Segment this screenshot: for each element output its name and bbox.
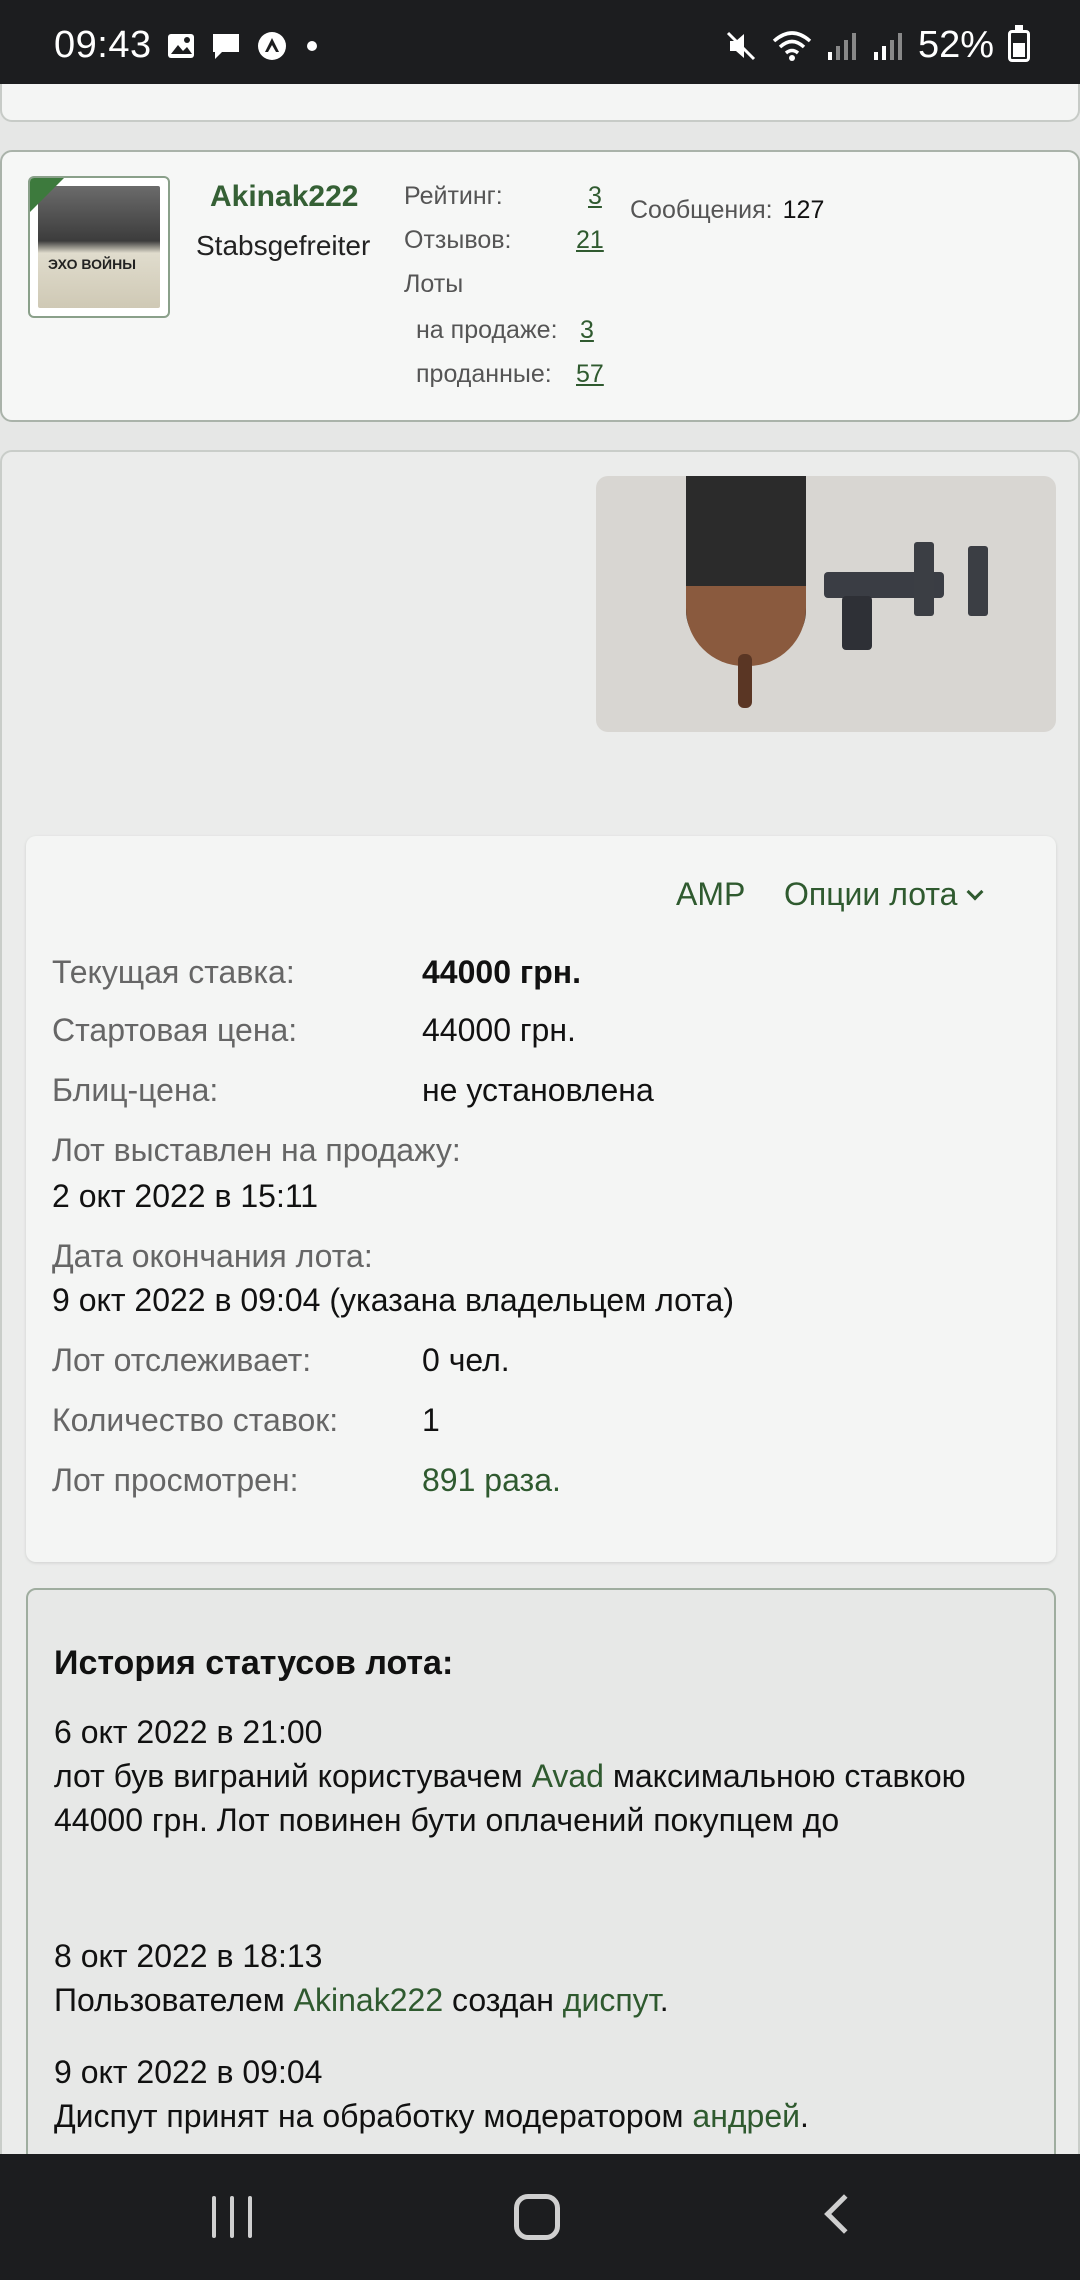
history-date: 8 окт 2022 в 18:13 bbox=[54, 1938, 323, 1974]
history-text: . bbox=[800, 2098, 809, 2134]
on-sale-label: на продаже: bbox=[416, 316, 558, 344]
magazine-shape bbox=[914, 542, 934, 616]
lot-photo[interactable] bbox=[596, 476, 1056, 732]
user-link-avad[interactable]: Avad bbox=[532, 1758, 604, 1794]
holster-shape bbox=[686, 476, 806, 708]
seller-name-link[interactable]: Akinak222 bbox=[210, 180, 358, 214]
magazine-shape bbox=[968, 546, 988, 616]
views-label: Лот просмотрен: bbox=[52, 1462, 299, 1498]
rating-label: Рейтинг: bbox=[404, 182, 503, 210]
watchers-value: 0 чел. bbox=[422, 1342, 510, 1378]
recent-apps-button[interactable] bbox=[212, 2196, 252, 2238]
rating-link[interactable]: 3 bbox=[588, 182, 602, 210]
online-badge bbox=[30, 178, 64, 212]
clock: 09:43 bbox=[54, 24, 152, 66]
current-bid-value: 44000 грн. bbox=[422, 954, 581, 990]
battery-percent: 52% bbox=[917, 24, 994, 66]
blitz-price-label: Блиц-цена: bbox=[52, 1072, 219, 1108]
amp-link[interactable]: AMP bbox=[676, 876, 745, 913]
listed-value: 2 окт 2022 в 15:11 bbox=[52, 1178, 319, 1214]
history-item: 6 окт 2022 в 21:00 лот був виграний кори… bbox=[54, 1710, 1034, 1842]
avatar[interactable]: ЭХО ВОЙНЫ bbox=[28, 176, 170, 318]
end-date-label: Дата окончания лота: bbox=[52, 1238, 373, 1274]
sold-link[interactable]: 57 bbox=[576, 360, 604, 388]
mute-icon bbox=[726, 31, 755, 60]
history-date: 6 окт 2022 в 21:00 bbox=[54, 1714, 323, 1750]
lots-label: Лоты bbox=[404, 270, 464, 298]
system-icons: 52% bbox=[724, 24, 1030, 67]
seller-rank: Stabsgefreiter bbox=[196, 230, 371, 261]
signal-icon bbox=[827, 32, 856, 60]
dispute-link[interactable]: диспут bbox=[563, 1982, 660, 2018]
home-button[interactable] bbox=[514, 2194, 560, 2240]
messages-value: 127 bbox=[782, 196, 825, 224]
history-text: Пользователем bbox=[54, 1982, 294, 2018]
bids-count-label: Количество ставок: bbox=[52, 1402, 339, 1438]
history-item: 9 окт 2022 в 09:04 Диспут принят на обра… bbox=[54, 2050, 1034, 2138]
messages-label: Сообщения: bbox=[630, 196, 773, 224]
user-link-akinak222[interactable]: Akinak222 bbox=[294, 1982, 443, 2018]
reviews-link[interactable]: 21 bbox=[576, 226, 604, 254]
avatar-text: ЭХО ВОЙНЫ bbox=[48, 256, 136, 272]
status-bar: 09:43 52% bbox=[0, 0, 1080, 84]
blitz-price-value: не установлена bbox=[422, 1072, 654, 1108]
moderator-link[interactable]: андрей bbox=[692, 2098, 800, 2134]
history-date: 9 окт 2022 в 09:04 bbox=[54, 2054, 323, 2090]
history-title: История статусов лота: bbox=[54, 1644, 454, 1682]
lot-options-dropdown[interactable]: Опции лота bbox=[784, 876, 984, 913]
system-navigation-bar bbox=[0, 2154, 1080, 2280]
end-date-value: 9 окт 2022 в 09:04 (указана владельцем л… bbox=[52, 1282, 734, 1318]
chat-icon bbox=[213, 34, 239, 59]
start-price-value: 44000 грн. bbox=[422, 1012, 576, 1048]
current-bid-label: Текущая ставка: bbox=[52, 954, 295, 990]
bids-count-value: 1 bbox=[422, 1402, 440, 1438]
messages-count: Сообщения: 127 bbox=[630, 196, 824, 225]
chevron-down-icon bbox=[966, 883, 984, 900]
battery-icon bbox=[1008, 24, 1030, 62]
reviews-label: Отзывов: bbox=[404, 226, 512, 254]
views-link[interactable]: 891 раза. bbox=[422, 1462, 561, 1498]
back-button[interactable] bbox=[824, 2194, 864, 2234]
history-text: . bbox=[659, 1982, 669, 2018]
previous-card-edge bbox=[0, 84, 1080, 122]
history-text: лот був виграний користувачем bbox=[54, 1758, 532, 1794]
history-text: Диспут принят на обработку модератором bbox=[54, 2098, 693, 2134]
dot-icon bbox=[307, 41, 317, 51]
notification-icons bbox=[166, 30, 322, 62]
lot-info-panel: AMP Опции лота Текущая ставка: 44000 грн… bbox=[26, 836, 1056, 1562]
sold-label: проданные: bbox=[416, 360, 552, 388]
start-price-label: Стартовая цена: bbox=[52, 1012, 298, 1048]
history-text: создан bbox=[443, 1982, 563, 2018]
image-icon bbox=[168, 34, 194, 58]
on-sale-link[interactable]: 3 bbox=[580, 316, 594, 344]
listed-label: Лот выставлен на продажу: bbox=[52, 1132, 461, 1168]
seller-card: ЭХО ВОЙНЫ Akinak222 Stabsgefreiter Рейти… bbox=[0, 150, 1080, 422]
watchers-label: Лот отслеживает: bbox=[52, 1342, 312, 1378]
signal-icon bbox=[873, 32, 902, 60]
lot-options-label: Опции лота bbox=[784, 876, 958, 912]
history-item: 8 окт 2022 в 18:13 Пользователем Akinak2… bbox=[54, 1934, 1034, 2022]
wifi-icon bbox=[772, 30, 812, 61]
app-icon bbox=[258, 32, 286, 60]
